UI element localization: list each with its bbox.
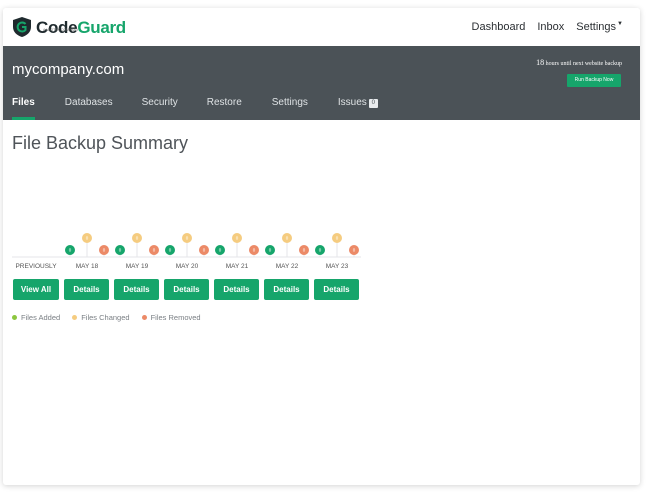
legend-label-removed: Files Removed [150, 313, 201, 322]
axis-tick-label: MAY 23 [326, 263, 349, 270]
backup-chart: PREVIOUSLY MAY 18 MAY 19 MAY 20 MAY 21 MAY 22… [12, 233, 361, 270]
details-button-may19[interactable]: Details [114, 279, 159, 300]
axis-tick-label: MAY 20 [176, 263, 199, 270]
chart-legend: Files Added Files Changed Files Removed [12, 313, 201, 322]
legend-item-added: Files Added [12, 313, 60, 322]
legend-dot-removed [141, 315, 147, 320]
axis-tick-label: PREVIOUSLY [15, 263, 57, 270]
legend-dot-changed [72, 315, 78, 320]
axis-tick-label: MAY 18 [76, 263, 99, 270]
details-button-may18[interactable]: Details [64, 279, 109, 300]
legend-dot-added [12, 315, 17, 320]
legend-item-removed: Files Removed [141, 313, 201, 322]
details-button-may23[interactable]: Details [314, 279, 359, 300]
app-window: CodeGuard A LEOTEK COMPANY Dashboard Inb… [3, 8, 640, 485]
details-button-may20[interactable]: Details [164, 279, 209, 300]
details-button-may22[interactable]: Details [264, 279, 309, 300]
axis-tick-label: MAY 22 [276, 263, 299, 270]
axis-tick-label: MAY 19 [126, 263, 149, 270]
view-all-button[interactable]: View All [13, 279, 59, 300]
details-button-may21[interactable]: Details [214, 279, 259, 300]
legend-item-changed: Files Changed [72, 313, 130, 322]
axis-tick-label: MAY 21 [226, 263, 249, 270]
legend-label-added: Files Added [21, 313, 61, 322]
legend-label-changed: Files Changed [81, 313, 130, 322]
